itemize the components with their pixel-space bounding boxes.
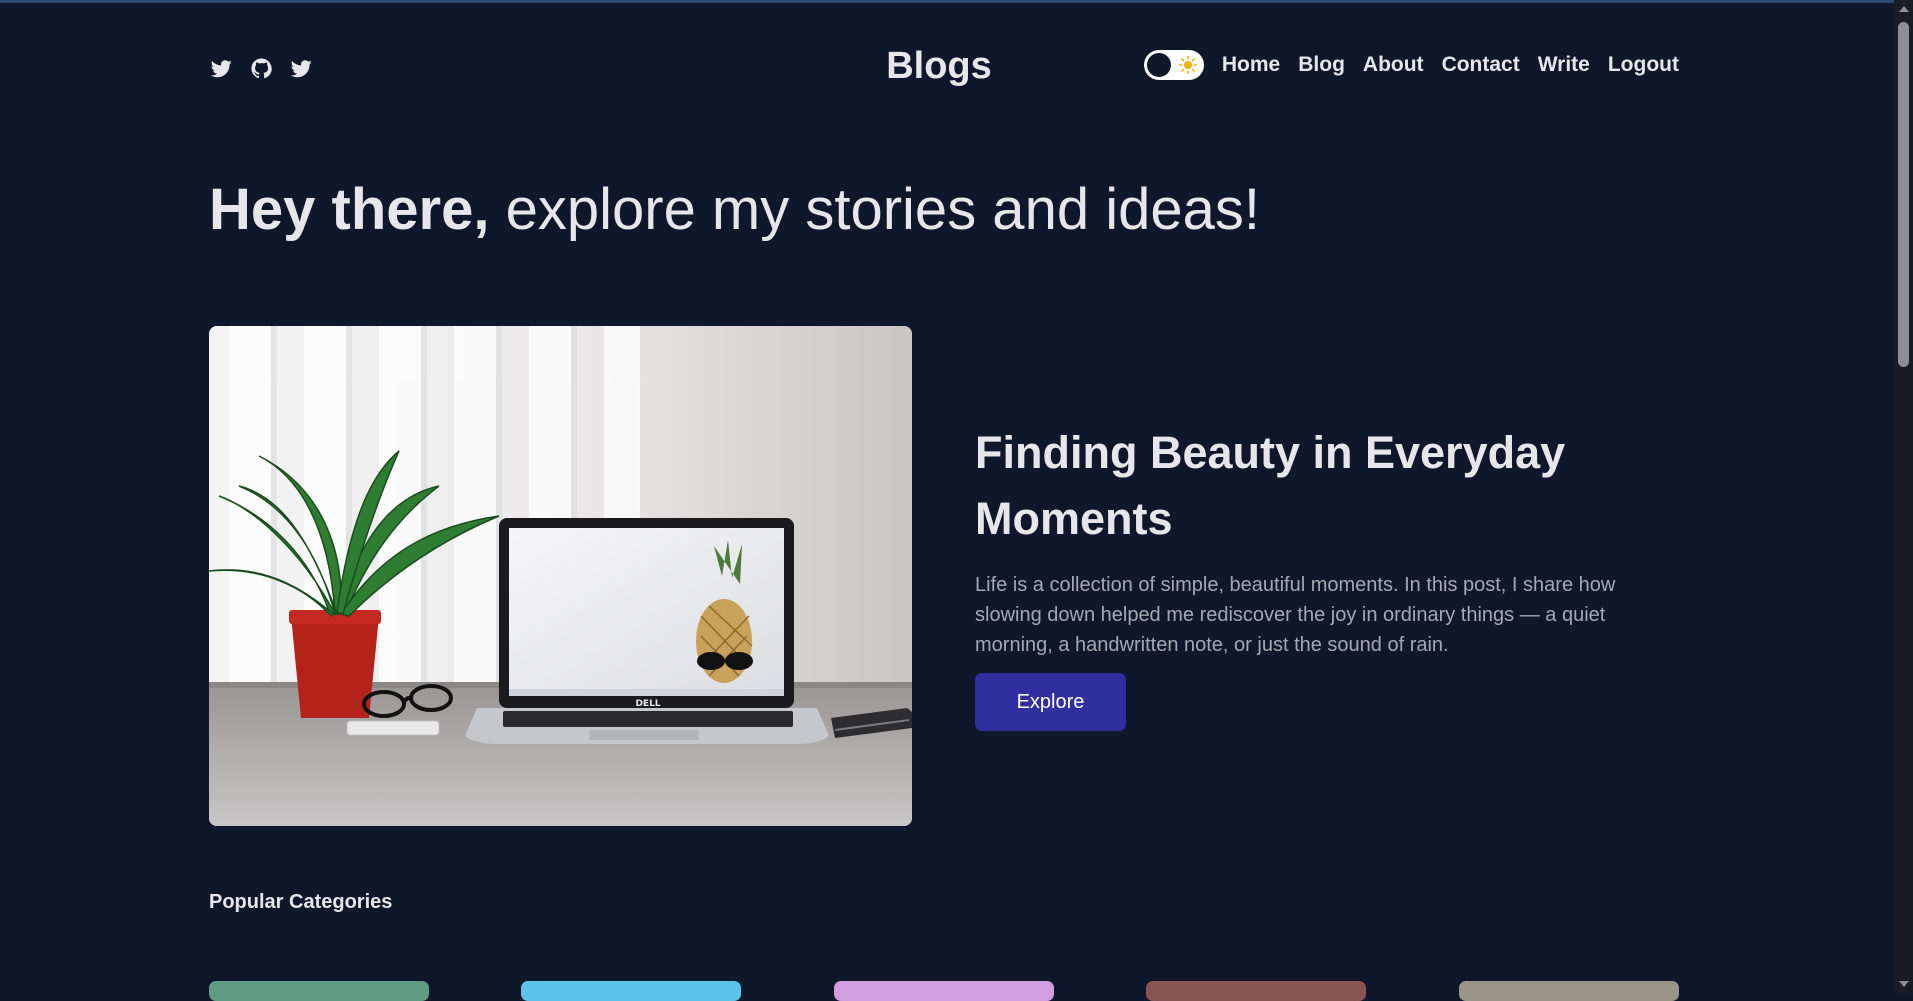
nav-about[interactable]: About (1363, 53, 1424, 77)
category-card[interactable] (209, 981, 429, 1001)
scrollbar-thumb[interactable] (1898, 22, 1909, 367)
hero-heading-light: explore my stories and ideas! (505, 177, 1260, 242)
category-card[interactable] (834, 981, 1054, 1001)
featured-image[interactable]: DELL (209, 326, 912, 826)
popular-categories-heading: Popular Categories (209, 891, 393, 913)
nav-home[interactable]: Home (1222, 53, 1280, 77)
github-link[interactable] (249, 56, 273, 80)
nav-write[interactable]: Write (1538, 53, 1590, 77)
hero-heading: Hey there, explore my stories and ideas! (209, 172, 1260, 248)
nav-contact[interactable]: Contact (1442, 53, 1520, 77)
twitter-icon (210, 59, 232, 77)
featured-post-title[interactable]: Finding Beauty in Everyday Moments (975, 420, 1675, 552)
scroll-up-arrow-icon[interactable] (1899, 6, 1909, 12)
scroll-down-arrow-icon[interactable] (1899, 981, 1909, 987)
social-links (209, 56, 313, 80)
category-card[interactable] (1459, 981, 1679, 1001)
main-nav: Home Blog About Contact Write Logout (1143, 50, 1679, 80)
category-card[interactable] (521, 981, 741, 1001)
vertical-scrollbar[interactable] (1894, 0, 1913, 993)
toggle-knob (1146, 53, 1171, 77)
site-header: Blogs Home Blog About Contact Write Logo… (209, 44, 1679, 92)
theme-toggle[interactable] (1143, 50, 1204, 80)
twitter-icon (290, 59, 312, 77)
window-top-border (0, 0, 1913, 3)
twitter-link[interactable] (209, 56, 233, 80)
laptop-brand-label: DELL (635, 699, 660, 709)
explore-button[interactable]: Explore (975, 673, 1126, 731)
desk-scene-image: DELL (209, 326, 912, 826)
nav-blog[interactable]: Blog (1298, 53, 1345, 77)
hero-heading-bold: Hey there, (209, 177, 490, 242)
category-card[interactable] (1146, 981, 1366, 1001)
featured-post-description: Life is a collection of simple, beautifu… (975, 574, 1616, 656)
github-icon (250, 57, 272, 78)
featured-post: Finding Beauty in Everyday Moments Life … (975, 420, 1675, 731)
sun-icon (1178, 55, 1198, 75)
twitter-link-2[interactable] (289, 56, 313, 80)
nav-logout[interactable]: Logout (1608, 53, 1679, 77)
site-brand[interactable]: Blogs (879, 44, 999, 88)
category-list (209, 981, 1679, 1001)
